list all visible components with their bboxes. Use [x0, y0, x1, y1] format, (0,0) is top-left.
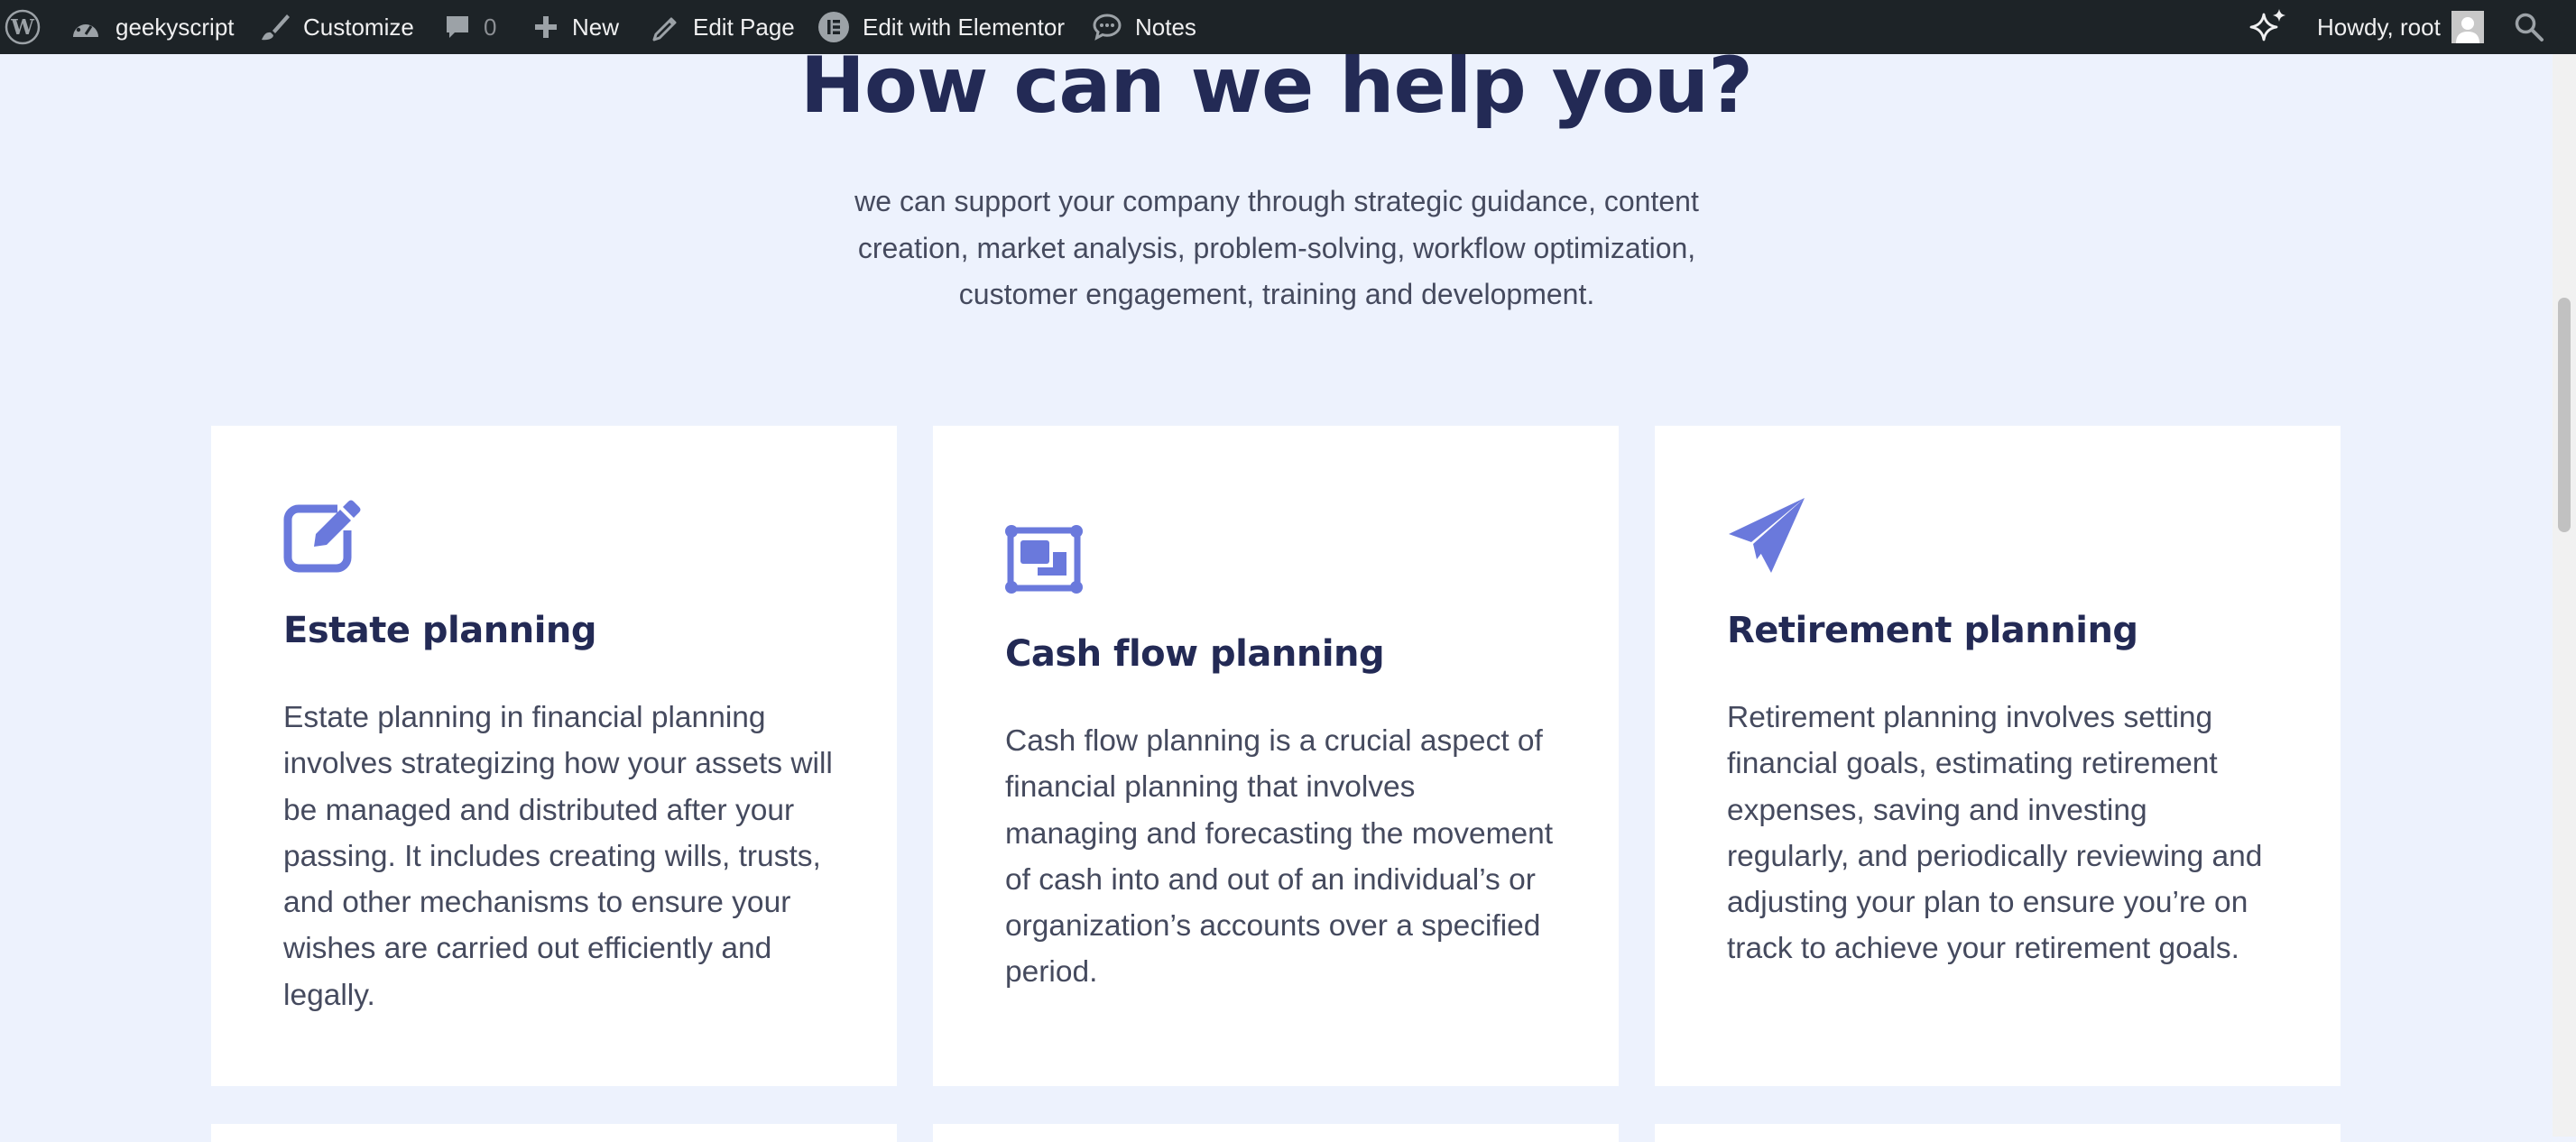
avatar	[2451, 11, 2484, 43]
service-card-partial	[1655, 1124, 2341, 1142]
pencil-icon	[651, 13, 680, 41]
paintbrush-icon	[260, 13, 291, 41]
object-group-icon	[1005, 525, 1083, 598]
customize-label: Customize	[303, 13, 414, 41]
page-scrollbar[interactable]	[2553, 0, 2576, 1137]
svg-text:W: W	[10, 15, 35, 40]
edit-square-icon	[283, 498, 361, 580]
sparkles-icon	[2249, 7, 2289, 47]
ai-assistant-button[interactable]	[2249, 0, 2289, 54]
card-title: Retirement planning	[1727, 610, 2138, 651]
comment-bubble-icon	[444, 14, 471, 41]
site-name-menu[interactable]: geekyscript	[70, 0, 235, 54]
edit-page-button[interactable]: Edit Page	[651, 0, 795, 54]
card-description: Cash flow planning is a crucial aspect o…	[1005, 724, 1554, 990]
edit-with-elementor-button[interactable]: Edit with Elementor	[817, 0, 1065, 54]
service-card-partial	[933, 1124, 1619, 1142]
howdy-label: Howdy, root	[2317, 13, 2441, 41]
wordpress-logo-icon: W	[5, 9, 41, 45]
plus-icon	[532, 14, 559, 41]
card-title: Cash flow planning	[1005, 633, 1385, 675]
service-card-partial	[211, 1124, 897, 1142]
new-content-button[interactable]: New	[532, 0, 619, 54]
speech-bubble-icon	[1092, 13, 1122, 41]
admin-bar: W geekyscript Customize 0 New Edit Page …	[0, 0, 2576, 54]
elementor-logo-icon	[817, 11, 850, 43]
section-intro: we can support your company through stra…	[854, 185, 1699, 310]
wordpress-logo-button[interactable]: W	[0, 0, 45, 54]
paper-plane-icon	[1727, 496, 1806, 580]
card-description: Retirement planning involves setting fin…	[1727, 701, 2263, 966]
new-label: New	[572, 13, 620, 41]
admin-search-button[interactable]	[2514, 0, 2544, 54]
service-card-retirement-planning: Retirement planning Retirement planning …	[1655, 426, 2341, 1086]
notes-button[interactable]: Notes	[1092, 0, 1196, 54]
customize-button[interactable]: Customize	[260, 0, 414, 54]
service-card-estate-planning: Estate planning Estate planning in finan…	[211, 426, 897, 1086]
edit-page-label: Edit Page	[693, 13, 795, 41]
section-title: How can we help you?	[799, 41, 1753, 131]
card-title: Estate planning	[283, 610, 597, 651]
edit-with-elementor-label: Edit with Elementor	[863, 13, 1065, 41]
comments-button[interactable]: 0	[444, 0, 496, 54]
site-name: geekyscript	[115, 13, 235, 41]
search-icon	[2514, 12, 2544, 42]
scrollbar-thumb[interactable]	[2558, 298, 2571, 532]
dashboard-gauge-icon	[70, 14, 101, 41]
comments-count: 0	[484, 13, 497, 41]
card-description: Estate planning in financial planning in…	[283, 701, 833, 1012]
my-account-menu[interactable]: Howdy, root	[2317, 0, 2484, 54]
notes-label: Notes	[1135, 13, 1196, 41]
service-card-cash-flow-planning: Cash flow planning Cash flow planning is…	[933, 426, 1619, 1086]
